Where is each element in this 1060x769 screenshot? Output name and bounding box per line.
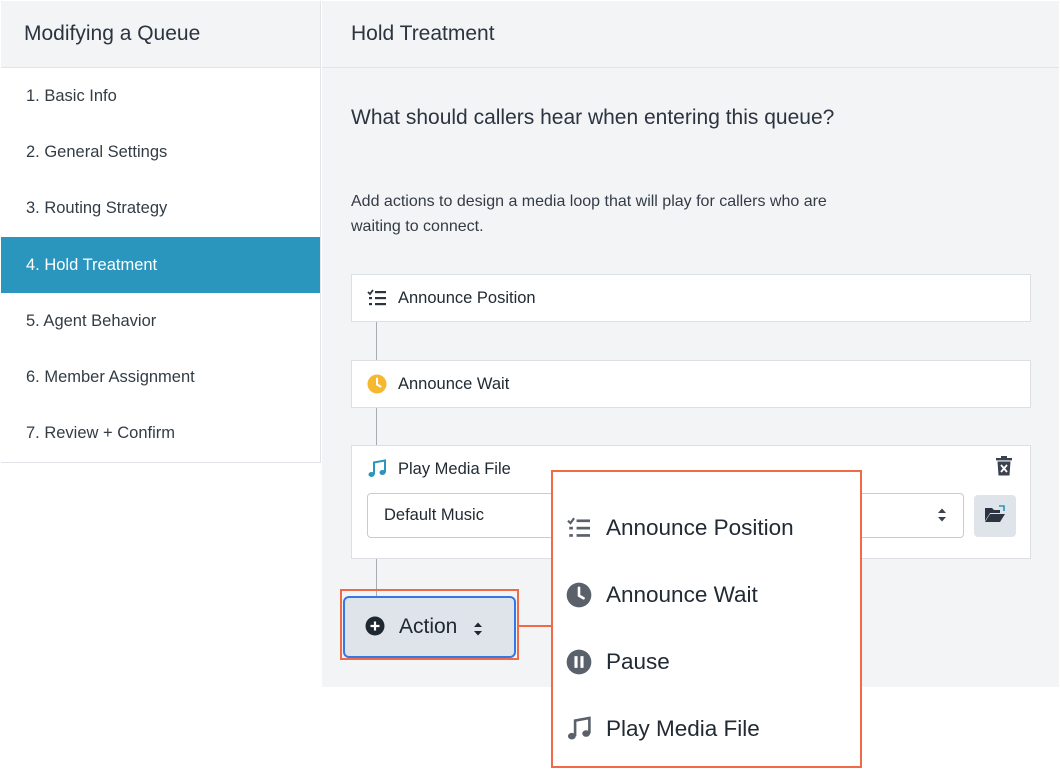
menu-item-announce-wait[interactable]: Announce Wait — [553, 561, 860, 628]
menu-item-label: Announce Position — [606, 514, 794, 540]
select-arrows-icon — [937, 507, 947, 528]
sidebar-item-member-assignment[interactable]: 6. Member Assignment — [1, 349, 320, 405]
music-note-icon — [366, 458, 388, 480]
menu-item-announce-position[interactable]: Announce Position — [553, 494, 860, 561]
step-label: Announce Wait — [398, 374, 510, 393]
menu-item-pause[interactable]: Pause — [553, 628, 860, 695]
page-title: Hold Treatment — [322, 1, 1059, 68]
sort-arrows-icon — [473, 619, 483, 636]
sidebar-item-basic-info[interactable]: 1. Basic Info — [1, 68, 320, 124]
clock-icon — [565, 581, 593, 609]
action-button-label: Action — [399, 615, 458, 638]
music-note-icon — [565, 715, 593, 743]
trash-icon[interactable] — [996, 456, 1014, 476]
step-connector — [376, 408, 377, 445]
step-card-announce-wait[interactable]: Announce Wait — [351, 360, 1031, 408]
menu-item-label: Play Media File — [606, 715, 760, 741]
sidebar-item-routing-strategy[interactable]: 3. Routing Strategy — [1, 181, 320, 237]
step-label: Announce Position — [398, 288, 536, 307]
sidebar-title: Modifying a Queue — [1, 1, 320, 68]
section-question: What should callers hear when entering t… — [351, 106, 835, 129]
clock-icon — [366, 373, 388, 395]
step-connector — [376, 322, 377, 360]
callout-connector — [519, 625, 553, 627]
sidebar-item-review-confirm[interactable]: 7. Review + Confirm — [1, 406, 320, 462]
checklist-icon — [565, 514, 593, 542]
add-action-button[interactable]: Action — [343, 596, 516, 658]
step-label: Play Media File — [398, 459, 511, 478]
folder-open-icon — [984, 504, 1006, 528]
checklist-icon — [366, 287, 388, 309]
menu-item-label: Announce Wait — [606, 581, 758, 607]
browse-media-button[interactable] — [974, 495, 1016, 537]
action-menu: Announce Position Announce Wait Pause Pl… — [551, 470, 862, 768]
select-value: Default Music — [384, 506, 484, 524]
menu-item-label: Pause — [606, 648, 670, 674]
sidebar-item-general-settings[interactable]: 2. General Settings — [1, 124, 320, 180]
menu-item-play-media-file[interactable]: Play Media File — [553, 695, 860, 762]
sidebar-item-agent-behavior[interactable]: 5. Agent Behavior — [1, 293, 320, 349]
pause-icon — [565, 648, 593, 676]
step-card-announce-position[interactable]: Announce Position — [351, 274, 1031, 322]
wizard-sidebar: Modifying a Queue 1. Basic Info 2. Gener… — [1, 1, 321, 463]
section-description: Add actions to design a media loop that … — [351, 193, 827, 235]
plus-circle-icon — [365, 616, 387, 638]
sidebar-item-hold-treatment[interactable]: 4. Hold Treatment — [1, 236, 320, 294]
